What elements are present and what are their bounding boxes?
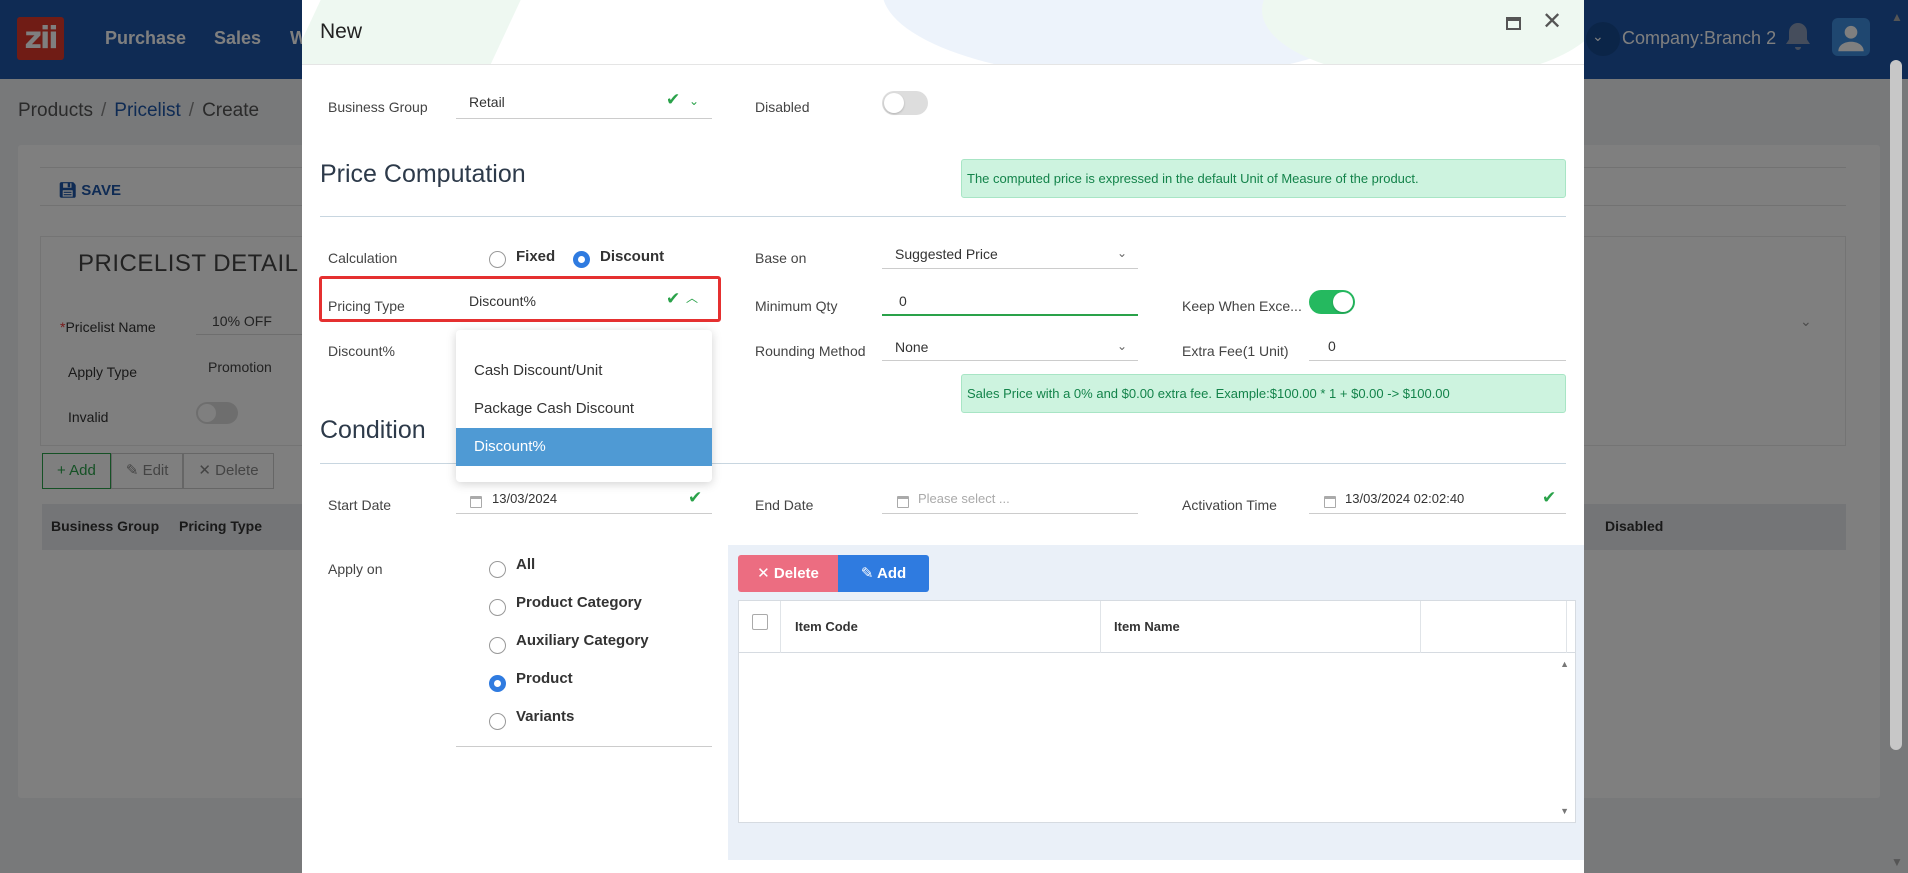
business-group-label: Business Group (328, 99, 428, 115)
apply-on-variants-label[interactable]: Variants (516, 708, 574, 725)
minimum-qty-label: Minimum Qty (755, 298, 838, 314)
uom-info-alert: The computed price is expressed in the d… (961, 159, 1566, 198)
grid-scroll-up-icon[interactable]: ▲ (1560, 659, 1569, 669)
base-on-label: Base on (755, 250, 807, 266)
delete-items-button[interactable]: ✕ Delete (738, 555, 838, 592)
keep-when-exceed-toggle[interactable] (1309, 290, 1355, 314)
dialog-title: New (320, 20, 363, 43)
end-date-input[interactable]: Please select ... (918, 491, 1010, 506)
chevron-down-icon[interactable]: ⌄ (689, 94, 699, 108)
check-icon: ✔ (666, 90, 681, 109)
pricing-type-dropdown: Cash Discount/Unit Package Cash Discount… (456, 330, 712, 482)
extra-fee-input[interactable]: 0 (1328, 338, 1336, 354)
close-icon: ✕ (757, 565, 774, 582)
end-date-label: End Date (755, 497, 814, 513)
col-item-code[interactable]: Item Code (795, 619, 858, 634)
dialog-header: New ✕ (302, 0, 1584, 65)
calculation-label: Calculation (328, 250, 398, 266)
apply-on-product-category-radio[interactable] (489, 599, 506, 616)
extra-fee-label: Extra Fee(1 Unit) (1182, 343, 1289, 359)
calendar-icon[interactable] (470, 496, 482, 508)
rounding-method-label: Rounding Method (755, 343, 866, 359)
base-on-select[interactable]: Suggested Price (895, 246, 998, 262)
pricing-type-highlight (319, 276, 721, 322)
disabled-label: Disabled (755, 99, 810, 115)
minimum-qty-input[interactable]: 0 (899, 293, 907, 309)
items-grid: Item Code Item Name ▲ ▼ (738, 600, 1576, 823)
calc-fixed-radio[interactable] (489, 251, 506, 268)
example-info-alert: Sales Price with a 0% and $0.00 extra fe… (961, 374, 1566, 413)
calc-fixed-label[interactable]: Fixed (516, 248, 555, 265)
option-cash-discount-unit[interactable]: Cash Discount/Unit (456, 352, 712, 390)
option-discount-pct[interactable]: Discount% (456, 428, 712, 466)
apply-on-auxiliary-category-label[interactable]: Auxiliary Category (516, 632, 649, 649)
price-computation-title: Price Computation (320, 160, 526, 188)
apply-on-label: Apply on (328, 561, 383, 577)
start-date-input[interactable]: 13/03/2024 (492, 491, 557, 506)
apply-on-product-radio[interactable] (489, 675, 506, 692)
close-icon[interactable]: ✕ (1542, 10, 1562, 34)
calc-discount-radio[interactable] (573, 251, 590, 268)
disabled-toggle[interactable] (882, 91, 928, 115)
grid-scroll-down-icon[interactable]: ▼ (1560, 806, 1569, 816)
calendar-icon[interactable] (897, 496, 909, 508)
discount-pct-label: Discount% (328, 343, 395, 359)
apply-on-auxiliary-category-radio[interactable] (489, 637, 506, 654)
edit-icon: ✎ (860, 565, 877, 582)
check-icon: ✔ (1542, 488, 1557, 507)
apply-on-product-category-label[interactable]: Product Category (516, 594, 642, 611)
apply-on-variants-radio[interactable] (489, 713, 506, 730)
chevron-down-icon[interactable]: ⌄ (1117, 246, 1127, 260)
scroll-down-icon[interactable]: ▼ (1891, 855, 1903, 869)
rounding-method-select[interactable]: None (895, 339, 928, 355)
option-package-cash-discount[interactable]: Package Cash Discount (456, 390, 712, 428)
condition-title: Condition (320, 416, 426, 444)
activation-time-label: Activation Time (1182, 497, 1277, 513)
page-scrollbar[interactable] (1890, 60, 1902, 750)
apply-on-product-label[interactable]: Product (516, 670, 573, 687)
maximize-icon[interactable] (1506, 17, 1521, 30)
new-pricelist-item-dialog: New ✕ Business Group Retail ✔ ⌄ Disabled… (302, 0, 1584, 873)
select-all-checkbox[interactable] (752, 614, 768, 630)
apply-on-all-radio[interactable] (489, 561, 506, 578)
calc-discount-label[interactable]: Discount (600, 248, 664, 265)
business-group-select[interactable]: Retail (469, 94, 505, 110)
start-date-label: Start Date (328, 497, 392, 513)
scroll-up-icon[interactable]: ▲ (1891, 10, 1903, 24)
chevron-down-icon[interactable]: ⌄ (1117, 339, 1127, 353)
check-icon: ✔ (688, 488, 703, 507)
calendar-icon[interactable] (1324, 496, 1336, 508)
keep-when-exceed-label: Keep When Exce... (1182, 298, 1302, 314)
grid-header: Item Code Item Name (739, 601, 1575, 653)
activation-time-input[interactable]: 13/03/2024 02:02:40 (1345, 491, 1464, 506)
add-items-button[interactable]: ✎ Add (838, 555, 929, 592)
apply-on-all-label[interactable]: All (516, 556, 535, 573)
col-item-name[interactable]: Item Name (1114, 619, 1180, 634)
